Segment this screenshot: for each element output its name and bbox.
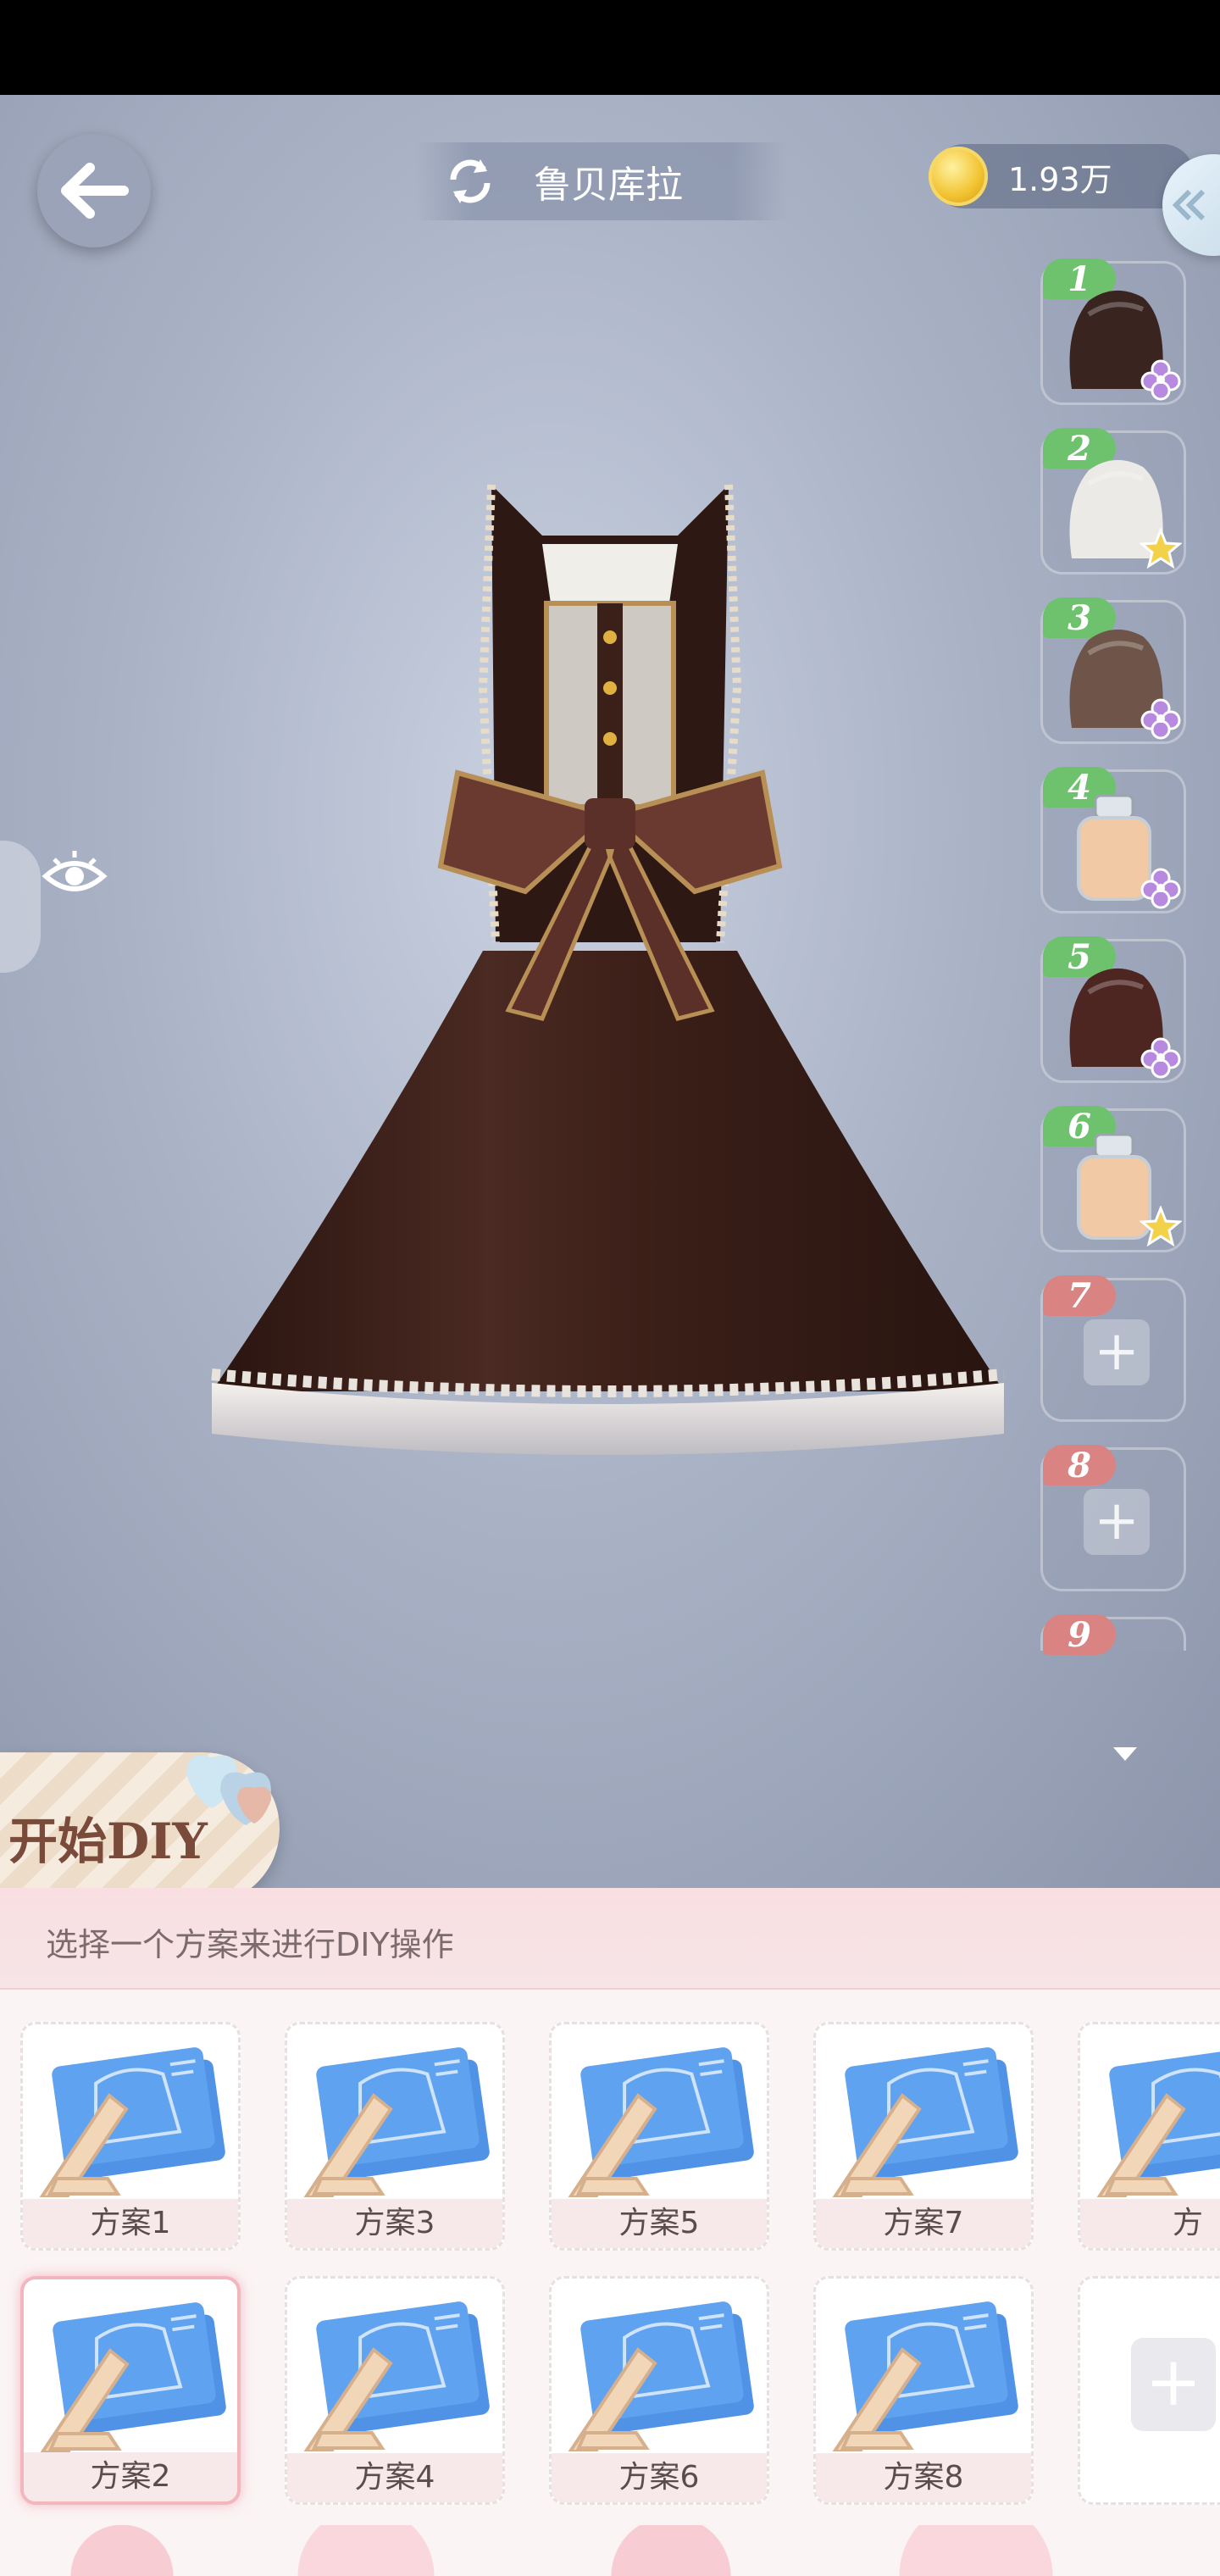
plan-card[interactable]: 方案7 — [813, 2022, 1034, 2251]
toggle-visibility-button[interactable] — [39, 841, 110, 912]
currency-display[interactable]: 1.93万 — [929, 144, 1195, 208]
plan-card[interactable]: 方案8 — [813, 2276, 1034, 2505]
plus-icon: + — [1131, 2338, 1216, 2431]
slot-number-badge: 9 — [1043, 1614, 1116, 1655]
page-title: 鲁贝库拉 — [534, 164, 683, 207]
plan-card[interactable]: 方案3 — [285, 2022, 505, 2251]
blueprint-ruler-icon — [568, 2301, 754, 2451]
eye-icon — [42, 851, 108, 891]
plan-card-label: 方案3 — [287, 2199, 502, 2248]
back-button[interactable] — [37, 134, 151, 247]
blueprint-ruler-icon — [39, 2047, 225, 2197]
status-bar — [0, 0, 1220, 95]
plan-card-label: 方案5 — [552, 2199, 767, 2248]
outfit-slot-5[interactable]: 5 — [1040, 936, 1186, 1083]
slot-number-badge: 8 — [1043, 1445, 1116, 1485]
blueprint-ruler-icon — [568, 2047, 754, 2197]
switch-outfit-button[interactable] — [441, 152, 500, 211]
plan-card[interactable]: 方案6 — [549, 2276, 769, 2505]
title-bar: 鲁贝库拉 — [415, 142, 788, 220]
gold-star-rarity-icon — [1140, 1206, 1182, 1247]
plan-card-label: 方案2 — [24, 2452, 237, 2501]
plan-card-label: 方案4 — [287, 2453, 502, 2502]
outfit-slot-7[interactable]: 7 + — [1040, 1275, 1186, 1422]
arrow-left-icon — [61, 163, 129, 219]
outfit-slot-9[interactable]: 9 — [1040, 1614, 1186, 1655]
blueprint-ruler-icon — [832, 2047, 1018, 2197]
plan-card-label: 方案7 — [816, 2199, 1031, 2248]
start-diy-label: 开始DIY — [8, 1813, 208, 1870]
plan-card[interactable]: 方案4 — [285, 2276, 505, 2505]
add-slot-icon: + — [1084, 1319, 1150, 1385]
outfit-slot-3[interactable]: 3 — [1040, 597, 1186, 744]
plan-card-label: 方案1 — [23, 2199, 238, 2248]
blueprint-ruler-icon — [303, 2301, 490, 2451]
add-slot-icon: + — [1084, 1489, 1150, 1555]
purple-flower-rarity-icon — [1140, 1037, 1181, 1079]
panel-hint-text: 选择一个方案来进行DIY操作 — [46, 1926, 454, 1963]
blueprint-ruler-icon — [40, 2302, 226, 2452]
currency-value: 1.93万 — [1008, 160, 1112, 198]
plan-card[interactable]: 方案2 — [20, 2276, 241, 2505]
start-diy-button[interactable]: 开始DIY — [0, 1752, 280, 1888]
plan-card-label: 方案8 — [816, 2453, 1031, 2502]
slot-number-badge: 7 — [1043, 1275, 1116, 1316]
plan-card[interactable]: 方 — [1078, 2022, 1220, 2251]
purple-flower-rarity-icon — [1140, 698, 1181, 740]
dress-preview-stage: 鲁贝库拉 1.93万 开始DIY 1 2 3 4 5 6 7 + 8 + 9 — [0, 95, 1220, 1888]
outfit-slot-1[interactable]: 1 — [1040, 258, 1186, 405]
plan-card[interactable]: 方案5 — [549, 2022, 769, 2251]
add-plan-card[interactable]: + — [1078, 2276, 1220, 2505]
plan-card-label: 方 — [1080, 2199, 1220, 2248]
plan-card-label: 方案6 — [552, 2453, 767, 2502]
plan-grid[interactable]: 方案1 方案3 方案5 方案7 方方案2 方案4 方案6 方案8 + — [0, 1988, 1220, 2576]
purple-flower-rarity-icon — [1140, 868, 1181, 909]
gold-coin-icon — [929, 147, 988, 206]
gold-star-rarity-icon — [1140, 528, 1182, 569]
blueprint-ruler-icon — [1096, 2047, 1220, 2197]
blueprint-ruler-icon — [303, 2047, 490, 2197]
scroll-down-icon[interactable] — [1110, 1744, 1140, 1764]
outfit-slot-6[interactable]: 6 — [1040, 1106, 1186, 1252]
double-chevron-left-icon — [1172, 189, 1206, 221]
outfit-slot-8[interactable]: 8 + — [1040, 1445, 1186, 1591]
panel-header: 选择一个方案来进行DIY操作 — [0, 1888, 1220, 1990]
outfit-slot-4[interactable]: 4 — [1040, 767, 1186, 913]
purple-flower-rarity-icon — [1140, 359, 1181, 401]
plan-selection-panel: 选择一个方案来进行DIY操作 方案1 方案3 方案5 方案7 方方案2 方案4 方案6 方案8… — [0, 1888, 1220, 2576]
dress-preview-image — [211, 484, 1005, 1455]
swap-icon — [450, 159, 491, 203]
blueprint-ruler-icon — [832, 2301, 1018, 2451]
side-drawer-tab[interactable] — [0, 841, 41, 973]
plan-card[interactable]: 方案1 — [20, 2022, 241, 2251]
outfit-slot-2[interactable]: 2 — [1040, 428, 1186, 575]
cloud-decoration — [0, 2525, 1220, 2576]
